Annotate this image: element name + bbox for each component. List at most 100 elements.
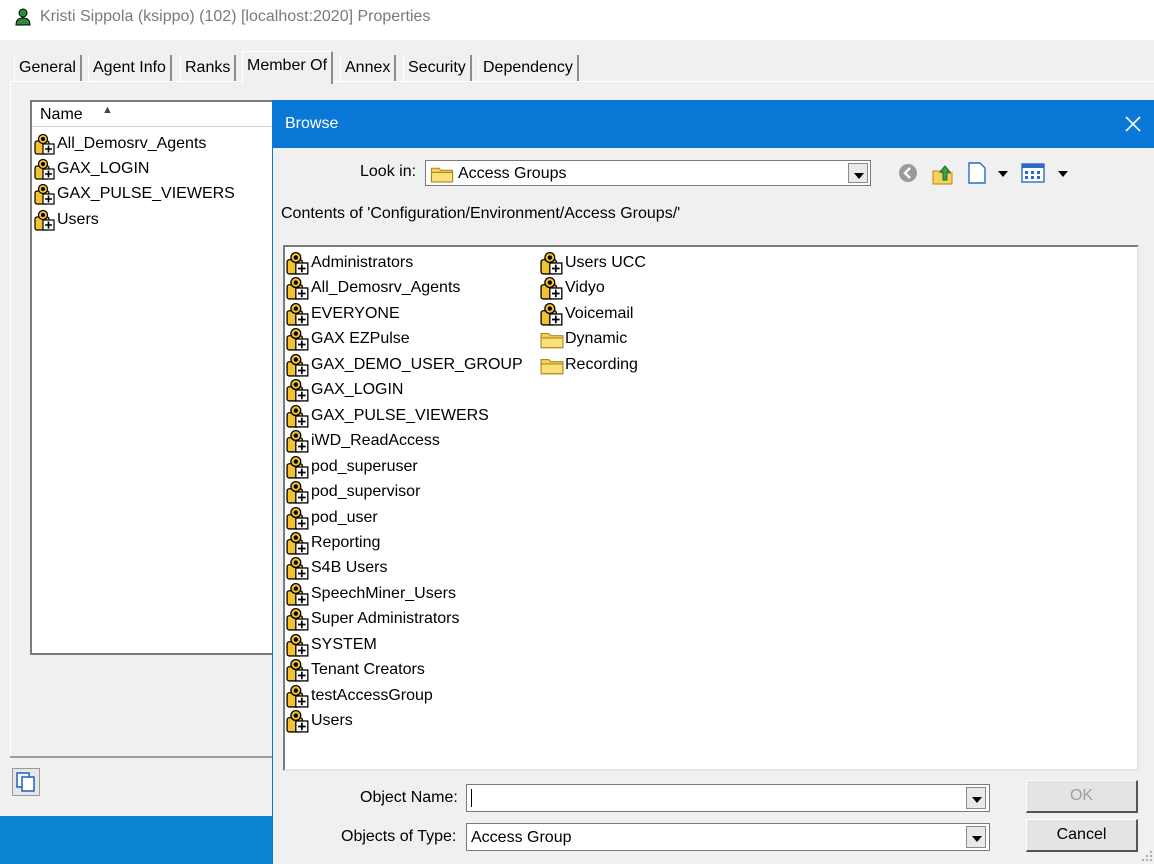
list-item-label: Recording xyxy=(565,356,638,373)
list-item[interactable]: SpeechMiner_Users xyxy=(286,581,456,606)
access-group-icon xyxy=(286,302,310,326)
access-group-icon xyxy=(286,531,310,555)
chevron-down-icon[interactable] xyxy=(997,170,1009,178)
list-item-label: All_Demosrv_Agents xyxy=(57,135,207,152)
access-group-icon xyxy=(286,251,310,275)
access-group-icon xyxy=(286,658,310,682)
member-of-list[interactable]: Name ▲ All_Demosrv_Agents GAX_LOGIN GAX_… xyxy=(30,100,280,655)
chevron-down-icon[interactable] xyxy=(966,787,986,809)
taskbar-strip xyxy=(0,816,272,864)
tab-general[interactable]: General xyxy=(14,55,82,81)
list-item[interactable]: GAX EZPulse xyxy=(286,326,410,351)
list-item[interactable]: Dynamic xyxy=(540,326,627,351)
folder-icon xyxy=(430,164,454,183)
access-group-icon xyxy=(540,276,564,300)
window-title: Kristi Sippola (ksippo) (102) [localhost… xyxy=(40,8,431,25)
access-group-icon xyxy=(286,506,310,530)
list-item[interactable]: pod_supervisor xyxy=(286,479,420,504)
sort-ascending-icon: ▲ xyxy=(102,104,113,116)
access-group-icon xyxy=(286,276,310,300)
list-item-label: GAX_PULSE_VIEWERS xyxy=(57,185,235,202)
list-item-label: iWD_ReadAccess xyxy=(311,432,440,449)
resize-grip-icon[interactable] xyxy=(1139,848,1153,862)
chevron-down-icon[interactable] xyxy=(848,163,868,183)
list-item[interactable]: Users xyxy=(286,708,353,733)
contents-path-label: Contents of 'Configuration/Environment/A… xyxy=(281,205,681,222)
objects-of-type-value: Access Group xyxy=(471,829,572,846)
list-item[interactable]: All_Demosrv_Agents xyxy=(286,275,460,300)
list-item[interactable]: iWD_ReadAccess xyxy=(286,428,440,453)
view-menu-icon[interactable] xyxy=(1021,162,1045,184)
access-group-icon xyxy=(286,429,310,453)
chevron-down-icon[interactable] xyxy=(1057,170,1069,178)
list-item[interactable]: pod_superuser xyxy=(286,454,418,479)
list-item-label: All_Demosrv_Agents xyxy=(311,279,461,296)
list-item[interactable]: Super Administrators xyxy=(286,606,460,631)
list-item-label: Voicemail xyxy=(565,305,634,322)
list-item[interactable]: Recording xyxy=(540,352,638,377)
tab-security[interactable]: Security xyxy=(403,55,472,81)
list-item[interactable]: testAccessGroup xyxy=(286,683,433,708)
object-name-input[interactable] xyxy=(466,784,990,812)
access-group-icon xyxy=(286,709,310,733)
list-item[interactable]: Users UCC xyxy=(540,250,646,275)
access-group-icon xyxy=(34,209,56,231)
divider xyxy=(10,756,272,758)
look-in-select[interactable]: Access Groups xyxy=(425,160,871,186)
list-item[interactable]: SYSTEM xyxy=(286,632,377,657)
chevron-down-icon[interactable] xyxy=(966,826,986,848)
access-group-icon xyxy=(286,684,310,708)
window-title-bar: Kristi Sippola (ksippo) (102) [localhost… xyxy=(0,0,1154,40)
objects-of-type-select[interactable]: Access Group xyxy=(466,823,990,851)
list-item[interactable]: GAX_PULSE_VIEWERS xyxy=(286,403,489,428)
tab-ranks[interactable]: Ranks xyxy=(180,55,237,81)
list-item-label: SYSTEM xyxy=(311,636,377,653)
tab-member-of[interactable]: Member Of xyxy=(242,51,334,84)
list-item[interactable]: GAX_DEMO_USER_GROUP xyxy=(286,352,523,377)
list-item-label: GAX_PULSE_VIEWERS xyxy=(311,407,489,424)
browse-list[interactable]: Administrators All_Demosrv_Agents EVERYO… xyxy=(283,245,1139,771)
list-item[interactable]: Vidyo xyxy=(540,275,605,300)
tab-annex[interactable]: Annex xyxy=(340,55,397,81)
column-header-name[interactable]: Name ▲ xyxy=(32,102,280,127)
list-item[interactable]: pod_user xyxy=(286,505,378,530)
folder-icon xyxy=(540,329,564,349)
list-item[interactable]: GAX_LOGIN xyxy=(34,157,149,181)
copy-button[interactable] xyxy=(12,768,40,796)
list-item[interactable]: Users xyxy=(34,208,99,232)
close-icon[interactable] xyxy=(1121,112,1145,136)
list-item-label: Users xyxy=(57,211,99,228)
cancel-button[interactable]: Cancel xyxy=(1026,819,1138,852)
list-item[interactable]: Reporting xyxy=(286,530,380,555)
browse-dialog: Browse Look in: Access Groups Contents o… xyxy=(272,100,1154,864)
list-item[interactable]: Voicemail xyxy=(540,301,633,326)
list-item-label: Vidyo xyxy=(565,279,605,296)
list-item[interactable]: GAX_LOGIN xyxy=(286,377,403,402)
list-item[interactable]: Tenant Creators xyxy=(286,657,425,682)
list-item-label: Dynamic xyxy=(565,330,628,347)
access-group-icon xyxy=(286,556,310,580)
up-folder-icon[interactable] xyxy=(931,162,955,186)
new-item-icon[interactable] xyxy=(967,162,987,184)
list-item[interactable]: All_Demosrv_Agents xyxy=(34,132,206,156)
access-group-icon xyxy=(286,353,310,377)
ok-button[interactable]: OK xyxy=(1026,780,1138,813)
objects-of-type-label: Objects of Type: xyxy=(341,828,457,845)
look-in-label: Look in: xyxy=(360,163,417,180)
list-item-label: pod_user xyxy=(311,509,378,526)
look-in-value: Access Groups xyxy=(458,165,567,182)
access-group-icon xyxy=(286,455,310,479)
list-item-label: S4B Users xyxy=(311,559,388,576)
back-icon[interactable] xyxy=(897,162,919,184)
tab-agent-info[interactable]: Agent Info xyxy=(88,55,172,81)
tab-dependency[interactable]: Dependency xyxy=(478,55,579,81)
copy-icon xyxy=(16,772,35,792)
dialog-title-bar: Browse xyxy=(273,100,1154,148)
access-group-icon xyxy=(286,607,310,631)
list-item[interactable]: GAX_PULSE_VIEWERS xyxy=(34,182,235,206)
list-item[interactable]: EVERYONE xyxy=(286,301,400,326)
list-item[interactable]: S4B Users xyxy=(286,555,387,580)
access-group-icon xyxy=(286,378,310,402)
list-item[interactable]: Administrators xyxy=(286,250,413,275)
list-item-label: GAX_LOGIN xyxy=(57,160,150,177)
